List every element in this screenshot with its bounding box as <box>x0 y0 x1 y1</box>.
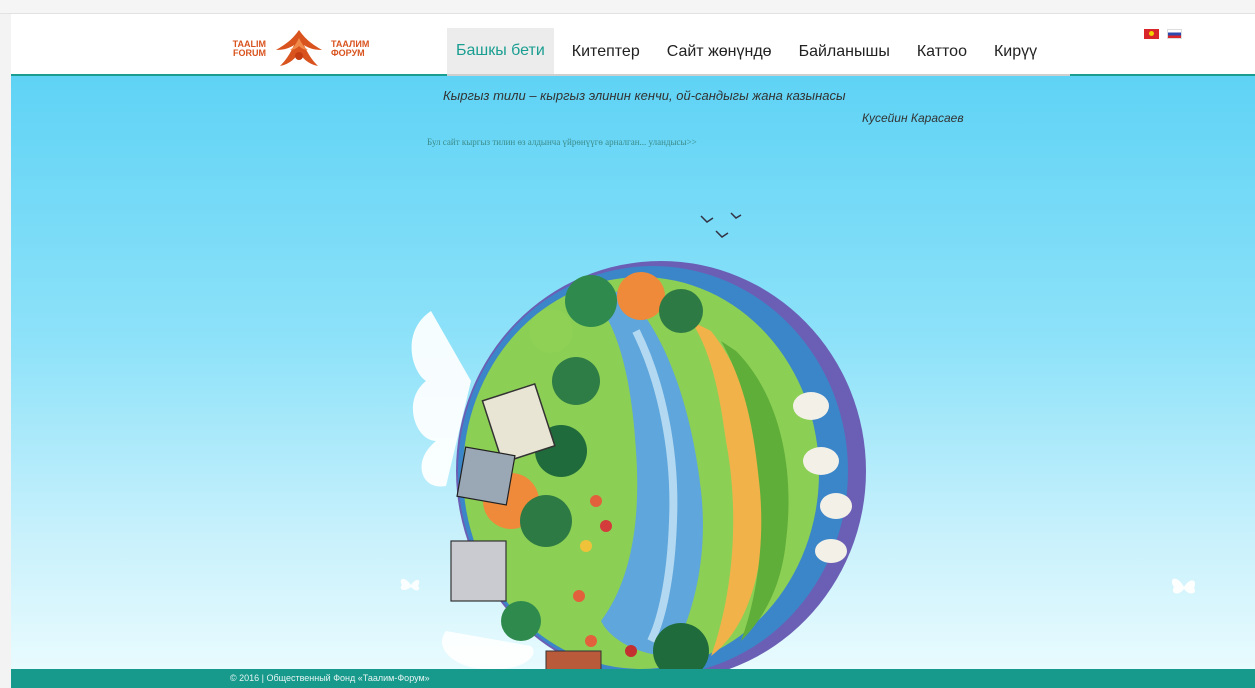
nav-item-register[interactable]: Каттоо <box>908 28 976 76</box>
globe-illustration <box>391 201 921 669</box>
quote-author: Кусейин Карасаев <box>862 111 964 125</box>
main-nav: Башкы бети Китептер Сайт жөнүндө Байланы… <box>447 28 1055 76</box>
nav-item-about[interactable]: Сайт жөнүндө <box>658 28 781 76</box>
logo-text-latin: TAALIM FORUM <box>232 39 266 58</box>
hero-banner: Кыргыз тили – кыргыз элинин кенчи, ой-са… <box>11 76 1255 669</box>
site-header: TAALIM FORUM ТААЛИМ ФОРУМ Башкы бети Кит… <box>11 14 1255 76</box>
hero-quote: Кыргыз тили – кыргыз элинин кенчи, ой-са… <box>443 88 846 103</box>
nav-item-login[interactable]: Кирүү <box>985 28 1046 76</box>
intro-read-more-link[interactable]: Бул сайт кыргыз тилин өз алдынча үйрөнүү… <box>427 137 697 147</box>
nav-item-home[interactable]: Башкы бети <box>447 28 554 76</box>
language-switcher <box>1144 29 1182 39</box>
nav-item-books[interactable]: Китептер <box>563 28 649 76</box>
butterfly-right-icon <box>1171 578 1196 594</box>
nav-item-contacts[interactable]: Байланышы <box>790 28 899 76</box>
site-logo[interactable]: TAALIM FORUM ТААЛИМ ФОРУМ <box>230 26 380 72</box>
footer-copyright: © 2016 | Общественный Фонд «Таалим-Форум… <box>230 673 430 683</box>
site-footer: © 2016 | Общественный Фонд «Таалим-Форум… <box>11 669 1255 688</box>
kg-flag-icon[interactable] <box>1144 29 1159 39</box>
logo-emblem-icon <box>276 30 322 66</box>
page-left-margin <box>0 14 11 688</box>
logo-text-cyrillic: ТААЛИМ ФОРУМ <box>331 39 370 58</box>
browser-top-strip <box>0 0 1255 14</box>
ru-flag-icon[interactable] <box>1167 29 1182 39</box>
